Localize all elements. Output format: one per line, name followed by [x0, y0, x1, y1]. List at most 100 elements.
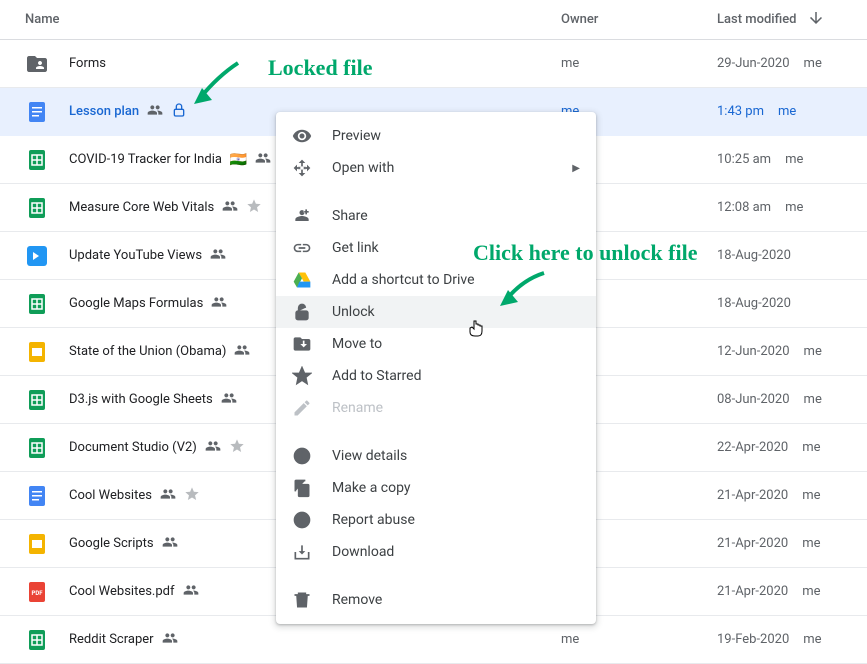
file-row[interactable]: Forms me 29-Jun-2020 me — [0, 40, 867, 88]
modified-by: me — [804, 392, 822, 407]
moveto-icon — [292, 334, 312, 354]
shared-icon — [255, 150, 271, 170]
menu-item-label: Share — [332, 208, 368, 224]
menu-item-label: Rename — [332, 400, 383, 416]
star-icon — [229, 438, 245, 458]
file-type-icon — [25, 532, 49, 556]
menu-item-open-with[interactable]: Open with ▶ — [276, 152, 596, 184]
menu-item-label: Add to Starred — [332, 368, 421, 384]
file-type-icon — [25, 196, 49, 220]
last-modified: 10:25 am — [717, 152, 771, 167]
file-type-icon — [25, 148, 49, 172]
menu-item-rename: Rename — [276, 392, 596, 424]
file-type-icon — [25, 52, 49, 76]
file-type-icon: PDF — [25, 580, 49, 604]
file-type-icon — [25, 388, 49, 412]
last-modified: 12-Jun-2020 — [717, 344, 790, 359]
modified-by: me — [802, 584, 820, 599]
eye-icon — [292, 126, 312, 146]
file-type-icon — [25, 292, 49, 316]
modified-by: me — [785, 200, 803, 215]
star-icon — [184, 486, 200, 506]
report-icon — [292, 510, 312, 530]
shared-icon — [234, 342, 250, 362]
openwith-icon — [292, 158, 312, 178]
last-modified: 29-Jun-2020 — [717, 56, 790, 71]
last-modified: 22-Apr-2020 — [717, 440, 788, 455]
shared-icon — [147, 102, 163, 122]
file-type-icon — [25, 484, 49, 508]
file-type-icon — [25, 244, 49, 268]
menu-item-download[interactable]: Download — [276, 536, 596, 568]
shared-icon — [221, 390, 237, 410]
file-name: COVID-19 Tracker for India — [69, 152, 222, 167]
last-modified: 1:43 pm — [717, 104, 764, 119]
menu-item-make-a-copy[interactable]: Make a copy — [276, 472, 596, 504]
last-modified: 18-Aug-2020 — [717, 248, 791, 263]
file-type-icon — [25, 628, 49, 652]
menu-item-label: Report abuse — [332, 512, 415, 528]
file-name: Lesson plan — [69, 104, 139, 119]
col-header-name[interactable]: Name — [0, 12, 557, 27]
link-icon — [292, 238, 312, 258]
modified-by: me — [804, 56, 822, 71]
menu-item-label: Unlock — [332, 304, 375, 320]
menu-item-label: View details — [332, 448, 407, 464]
file-name: Google Scripts — [69, 536, 154, 551]
file-name: State of the Union (Obama) — [69, 344, 226, 359]
owner: me — [561, 632, 579, 647]
menu-item-preview[interactable]: Preview — [276, 120, 596, 152]
col-header-owner[interactable]: Owner — [557, 12, 717, 27]
menu-item-get-link[interactable]: Get link — [276, 232, 596, 264]
file-name: Forms — [69, 56, 106, 71]
menu-item-unlock[interactable]: Unlock — [276, 296, 596, 328]
menu-item-label: Add a shortcut to Drive — [332, 272, 475, 288]
trash-icon — [292, 590, 312, 610]
file-type-icon — [25, 340, 49, 364]
menu-item-add-to-starred[interactable]: Add to Starred — [276, 360, 596, 392]
context-menu: Preview Open with ▶ Share Get link Add a shor… — [276, 112, 596, 624]
shared-icon — [183, 582, 199, 602]
modified-by: me — [802, 488, 820, 503]
sort-arrow-down-icon — [807, 9, 825, 31]
file-type-icon — [25, 436, 49, 460]
menu-item-move-to[interactable]: Move to — [276, 328, 596, 360]
file-name: Cool Websites — [69, 488, 152, 503]
file-name: Measure Core Web Vitals — [69, 200, 214, 215]
svg-text:PDF: PDF — [31, 590, 43, 597]
menu-item-remove[interactable]: Remove — [276, 584, 596, 616]
shared-icon — [211, 294, 227, 314]
shared-icon — [162, 630, 178, 650]
modified-by: me — [778, 104, 796, 119]
last-modified: 21-Apr-2020 — [717, 488, 788, 503]
file-name: Google Maps Formulas — [69, 296, 203, 311]
file-name: Document Studio (V2) — [69, 440, 197, 455]
modified-by: me — [802, 536, 820, 551]
menu-item-label: Open with — [332, 160, 394, 176]
col-header-modified[interactable]: Last modified — [717, 9, 867, 31]
modified-by: me — [803, 632, 821, 647]
last-modified: 19-Feb-2020 — [717, 632, 789, 647]
owner: me — [561, 56, 579, 71]
menu-item-report-abuse[interactable]: Report abuse — [276, 504, 596, 536]
menu-item-add-a-shortcut-to-drive[interactable]: Add a shortcut to Drive — [276, 264, 596, 296]
menu-item-label: Preview — [332, 128, 381, 144]
menu-item-share[interactable]: Share — [276, 200, 596, 232]
menu-item-view-details[interactable]: View details — [276, 440, 596, 472]
modified-by: me — [785, 152, 803, 167]
last-modified: 18-Aug-2020 — [717, 296, 791, 311]
table-header: Name Owner Last modified — [0, 0, 867, 40]
unlock-icon — [292, 302, 312, 322]
file-type-icon — [25, 100, 49, 124]
file-name: D3.js with Google Sheets — [69, 392, 213, 407]
rename-icon — [292, 398, 312, 418]
shared-icon — [160, 486, 176, 506]
shared-icon — [162, 534, 178, 554]
chevron-right-icon: ▶ — [572, 163, 580, 174]
menu-item-label: Download — [332, 544, 394, 560]
menu-item-label: Make a copy — [332, 480, 411, 496]
last-modified: 21-Apr-2020 — [717, 584, 788, 599]
download-icon — [292, 542, 312, 562]
last-modified: 12:08 am — [717, 200, 771, 215]
file-name: Reddit Scraper — [69, 632, 154, 647]
